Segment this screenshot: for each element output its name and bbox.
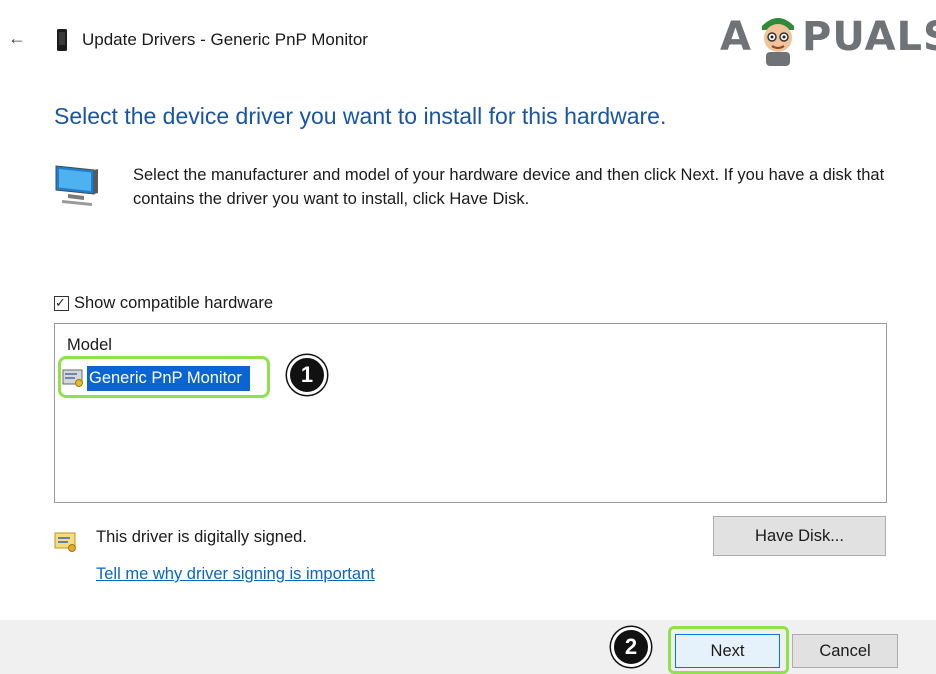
driver-signing-link[interactable]: Tell me why driver signing is important xyxy=(96,565,375,584)
back-arrow-icon[interactable]: ← xyxy=(8,26,28,50)
model-item-label: Generic PnP Monitor xyxy=(87,365,250,391)
show-compatible-checkbox-row[interactable]: ✓ Show compatible hardware xyxy=(54,292,273,314)
show-compatible-label: Show compatible hardware xyxy=(74,293,274,312)
signed-certificate-icon xyxy=(54,532,76,552)
device-icon xyxy=(57,29,67,51)
step-2-badge: 2 xyxy=(611,627,651,667)
model-listbox[interactable]: Model Generic PnP Monitor xyxy=(54,323,887,503)
page-heading: Select the device driver you want to ins… xyxy=(54,103,667,129)
show-compatible-checkbox[interactable]: ✓ xyxy=(54,294,69,311)
step-1-badge: 1 xyxy=(287,355,327,395)
logo-text: PUALS xyxy=(802,14,936,60)
model-list-item[interactable]: Generic PnP Monitor xyxy=(62,362,250,394)
have-disk-button[interactable]: Have Disk... xyxy=(713,516,886,556)
appuals-logo: A PUALS xyxy=(716,10,936,70)
driver-certificate-icon xyxy=(62,369,83,387)
logo-letter-a: A xyxy=(720,14,752,60)
next-button[interactable]: Next xyxy=(675,634,780,668)
checkmark-icon: ✓ xyxy=(55,294,66,310)
instructions-text: Select the manufacturer and model of you… xyxy=(133,166,885,208)
cancel-button[interactable]: Cancel xyxy=(792,634,898,668)
monitor-icon xyxy=(55,165,98,206)
signed-status-text: This driver is digitally signed. xyxy=(96,528,307,546)
model-column-header: Model xyxy=(67,336,112,354)
mascot-icon xyxy=(762,18,794,66)
window-title: Update Drivers - Generic PnP Monitor xyxy=(82,30,368,49)
